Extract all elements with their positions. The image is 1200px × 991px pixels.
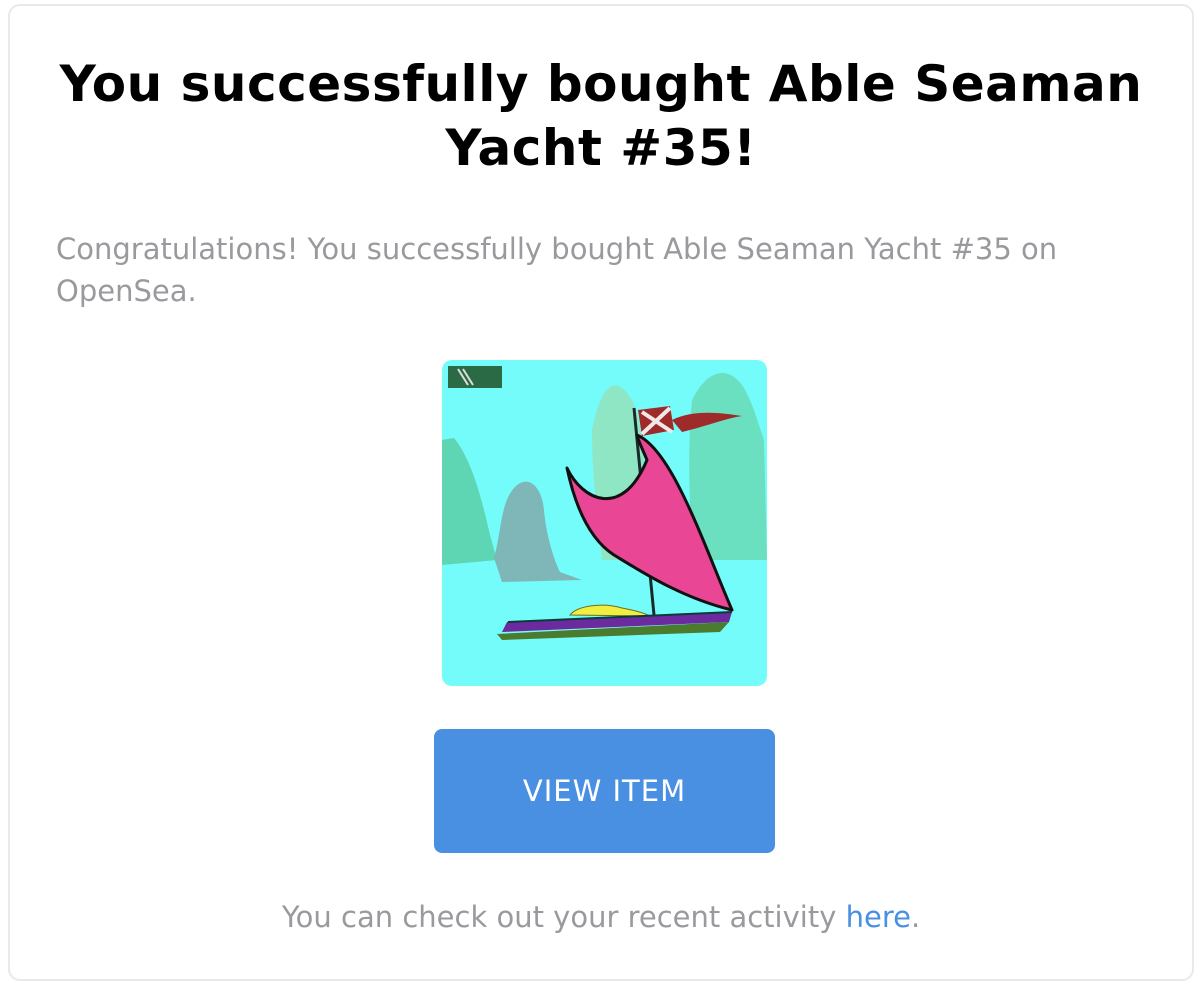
sailboat-nft-image [442, 360, 767, 686]
congratulations-message: Congratulations! You successfully bought… [56, 232, 1058, 308]
nft-item-image[interactable] [442, 360, 767, 686]
purchase-success-card: You successfully bought Able Seaman Yach… [8, 4, 1194, 981]
recent-activity-link[interactable]: here [846, 900, 911, 934]
recent-activity-prefix: You can check out your recent activity [281, 900, 846, 934]
recent-activity-suffix: . [910, 900, 921, 934]
page-title: You successfully bought Able Seaman Yach… [59, 55, 1143, 177]
view-item-button[interactable]: VIEW ITEM [434, 729, 775, 853]
recent-activity-text: You can check out your recent activity h… [30, 896, 1172, 938]
